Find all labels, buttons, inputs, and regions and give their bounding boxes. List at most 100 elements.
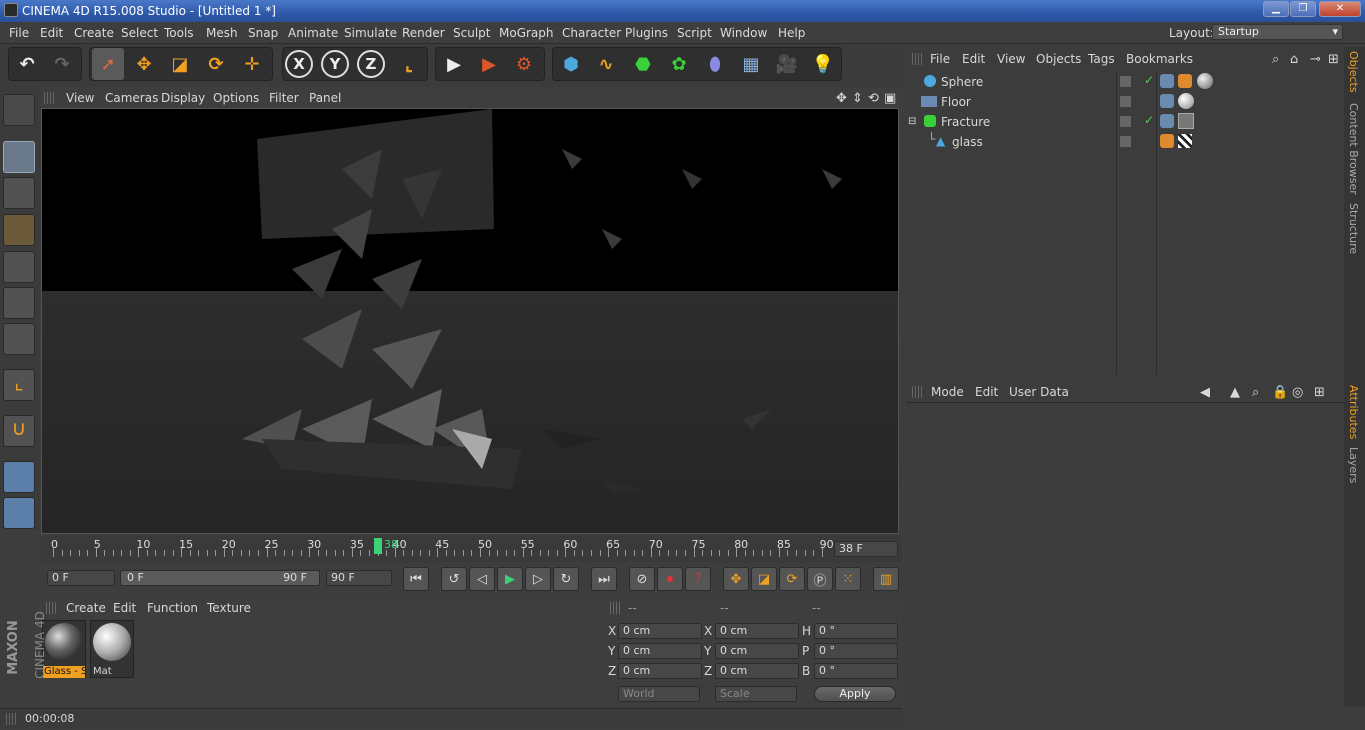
key-rotation-icon[interactable]: ⟳ xyxy=(779,567,805,591)
menu-script[interactable]: Script xyxy=(677,26,712,40)
material-glass[interactable]: Glass - S xyxy=(42,620,86,678)
expand-icon[interactable]: ⊟ xyxy=(908,116,916,127)
go-to-end-icon[interactable]: ⏭ xyxy=(591,567,617,591)
3d-viewport[interactable] xyxy=(41,108,899,534)
points-mode-icon[interactable] xyxy=(3,251,35,283)
size-z-field[interactable]: 0 cm xyxy=(715,663,799,679)
menu-snap[interactable]: Snap xyxy=(248,26,278,40)
tag-icon[interactable] xyxy=(1160,94,1174,108)
object-row-glass[interactable]: └ ▲ glass xyxy=(906,132,1344,152)
object-row-fracture[interactable]: ⊟ Fracture ✓ xyxy=(906,112,1344,132)
rotation-b-field[interactable]: 0 ° xyxy=(814,663,898,679)
timeline-window-icon[interactable]: ▥ xyxy=(873,567,899,591)
enabled-check-icon[interactable]: ✓ xyxy=(1144,113,1154,127)
attr-menu-mode[interactable]: Mode xyxy=(931,385,964,399)
make-editable-icon[interactable] xyxy=(3,94,35,126)
move-view-icon[interactable]: ✥ xyxy=(836,91,847,106)
object-name[interactable]: glass xyxy=(952,135,983,149)
menu-sculpt[interactable]: Sculpt xyxy=(453,26,490,40)
link-icon[interactable]: ⊸ xyxy=(1310,52,1321,67)
menu-render[interactable]: Render xyxy=(402,26,445,40)
y-axis-icon[interactable]: Y xyxy=(321,50,349,78)
menu-mesh[interactable]: Mesh xyxy=(206,26,238,40)
zoom-view-icon[interactable]: ⇕ xyxy=(852,91,863,106)
menu-window[interactable]: Window xyxy=(720,26,767,40)
texture-tag-icon[interactable] xyxy=(1178,134,1192,148)
obj-menu-objects[interactable]: Objects xyxy=(1036,52,1081,66)
magnet-icon[interactable]: ∪ xyxy=(3,415,35,447)
layout-select[interactable]: Startup ▾ xyxy=(1212,24,1343,40)
layer-icon[interactable] xyxy=(1120,76,1131,87)
previous-key-icon[interactable]: ↺ xyxy=(441,567,467,591)
obj-menu-bookmarks[interactable]: Bookmarks xyxy=(1126,52,1193,66)
tag-icon[interactable] xyxy=(1160,114,1174,128)
coordinate-system-icon[interactable]: ⌞ xyxy=(393,48,425,80)
next-frame-icon[interactable]: ▷ xyxy=(525,567,551,591)
object-name[interactable]: Floor xyxy=(941,95,971,109)
x-axis-icon[interactable]: X xyxy=(285,50,313,78)
timeline-marker[interactable] xyxy=(374,538,382,554)
mat-menu-texture[interactable]: Texture xyxy=(207,601,251,615)
obj-menu-view[interactable]: View xyxy=(997,52,1025,66)
menu-select[interactable]: Select xyxy=(121,26,158,40)
side-tab-objects[interactable]: Objects xyxy=(1347,51,1360,93)
position-x-field[interactable]: 0 cm xyxy=(618,623,702,639)
mograph-cloner-icon[interactable]: ✿ xyxy=(663,48,695,80)
snap-workplane-icon[interactable] xyxy=(3,497,35,529)
transform-icon[interactable]: ✛ xyxy=(236,48,268,80)
mat-menu-function[interactable]: Function xyxy=(147,601,198,615)
obj-menu-edit[interactable]: Edit xyxy=(962,52,985,66)
next-key-icon[interactable]: ↻ xyxy=(553,567,579,591)
menu-animate[interactable]: Animate xyxy=(288,26,338,40)
new-window-icon[interactable]: ⊞ xyxy=(1328,52,1339,67)
object-row-sphere[interactable]: Sphere ✓ xyxy=(906,72,1344,92)
position-z-field[interactable]: 0 cm xyxy=(618,663,702,679)
search-icon[interactable]: ⌕ xyxy=(1252,385,1259,400)
target-icon[interactable]: ◎ xyxy=(1292,385,1303,400)
render-settings-icon[interactable]: ⚙ xyxy=(508,48,540,80)
object-name[interactable]: Fracture xyxy=(941,115,990,129)
attr-menu-edit[interactable]: Edit xyxy=(975,385,998,399)
select-arrow-icon[interactable]: ➚ xyxy=(92,48,124,80)
material-tag-icon[interactable] xyxy=(1178,93,1194,109)
key-position-icon[interactable]: ✥ xyxy=(723,567,749,591)
workplane-icon[interactable] xyxy=(3,214,35,246)
mat-menu-edit[interactable]: Edit xyxy=(113,601,136,615)
end-frame-field[interactable]: 90 F xyxy=(326,570,392,586)
menu-edit[interactable]: Edit xyxy=(40,26,63,40)
material-mat[interactable]: Mat xyxy=(90,620,134,678)
record-keys-icon[interactable]: ⊘ xyxy=(629,567,655,591)
new-window-icon[interactable]: ⊞ xyxy=(1314,385,1325,400)
coordinate-mode-select[interactable]: World xyxy=(618,686,700,702)
menu-create[interactable]: Create xyxy=(74,26,114,40)
go-to-start-icon[interactable]: ⏮ xyxy=(403,567,429,591)
camera-icon[interactable]: 🎥 xyxy=(771,48,803,80)
search-icon[interactable]: ⌕ xyxy=(1272,52,1279,67)
tag-icon[interactable] xyxy=(1178,74,1192,88)
object-name[interactable]: Sphere xyxy=(941,75,983,89)
layer-icon[interactable] xyxy=(1120,116,1131,127)
menu-simulate[interactable]: Simulate xyxy=(344,26,397,40)
floor-icon[interactable]: ▦ xyxy=(735,48,767,80)
undo-icon[interactable]: ↶ xyxy=(11,48,43,80)
viewport-menu-panel[interactable]: Panel xyxy=(309,91,341,105)
menu-file[interactable]: File xyxy=(9,26,29,40)
side-tab-structure[interactable]: Structure xyxy=(1347,203,1360,254)
layer-icon[interactable] xyxy=(1120,96,1131,107)
rotate-view-icon[interactable]: ⟲ xyxy=(868,91,879,106)
enabled-check-icon[interactable]: ✓ xyxy=(1144,73,1154,87)
menu-mograph[interactable]: MoGraph xyxy=(499,26,554,40)
layer-icon[interactable] xyxy=(1120,136,1131,147)
close-button[interactable]: ✕ xyxy=(1319,1,1361,17)
viewport-menu-filter[interactable]: Filter xyxy=(269,91,299,105)
tag-icon[interactable] xyxy=(1160,74,1174,88)
side-tab-layers[interactable]: Layers xyxy=(1347,447,1360,483)
deformer-icon[interactable]: ⬮ xyxy=(699,48,731,80)
maximize-button[interactable]: ❐ xyxy=(1290,1,1316,17)
viewport-menu-options[interactable]: Options xyxy=(213,91,259,105)
minimize-button[interactable]: ▁ xyxy=(1263,1,1289,17)
texture-mode-icon[interactable] xyxy=(3,177,35,209)
mat-menu-create[interactable]: Create xyxy=(66,601,106,615)
frame-range-slider[interactable]: 0 F 90 F xyxy=(120,570,320,586)
timeline-ruler[interactable]: 0 5 10 15 20 25 30 35 40 45 50 55 60 65 70 75 80 85 90 38 xyxy=(40,536,902,562)
